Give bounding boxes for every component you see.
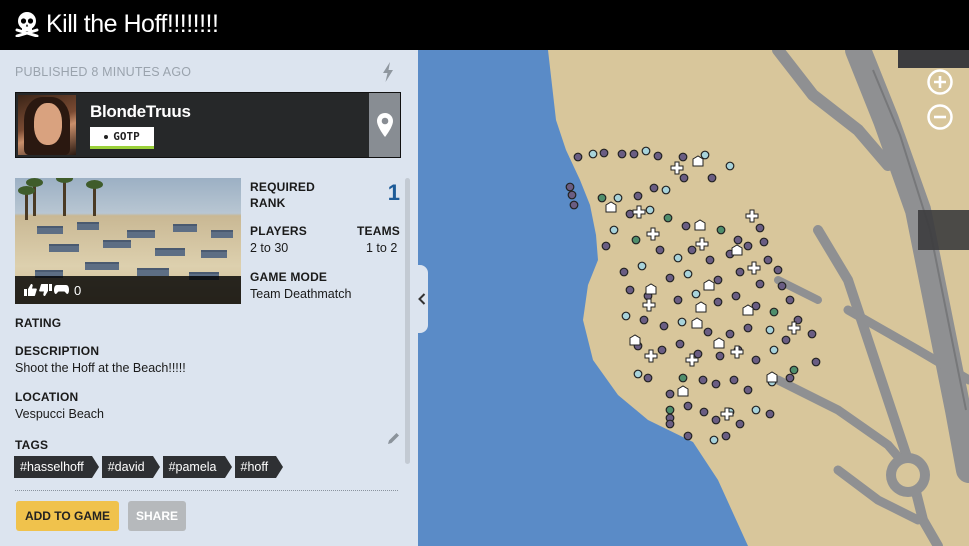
tag-hoff[interactable]: #hoff xyxy=(234,456,283,478)
divider xyxy=(15,490,398,491)
add-to-game-button[interactable]: ADD TO GAME xyxy=(16,501,119,531)
tag-list: #hasselhoff #david #pamela #hoff xyxy=(14,456,283,478)
job-details-panel: PUBLISHED 8 MINUTES AGO BlondeTruus GOTP xyxy=(0,50,418,546)
creator-card[interactable]: BlondeTruus GOTP xyxy=(15,92,401,158)
tags-label: TAGS xyxy=(15,438,49,452)
tag-david[interactable]: #david xyxy=(101,456,160,478)
view-on-map-button[interactable] xyxy=(369,93,400,157)
panel-scrollbar[interactable] xyxy=(405,178,410,464)
players-value: 2 to 30 xyxy=(250,241,289,255)
thumbs-down-icon[interactable] xyxy=(39,284,52,296)
gamepad-icon xyxy=(54,285,69,294)
tag-hasselhoff[interactable]: #hasselhoff xyxy=(14,456,99,478)
crew-tag-label: GOTP xyxy=(113,130,140,143)
game-mode-label: GAME MODE xyxy=(250,270,328,284)
description-value: Shoot the Hoff at the Beach!!!!! xyxy=(15,361,186,375)
required-rank-value: 1 xyxy=(387,180,400,205)
creator-avatar[interactable] xyxy=(18,95,76,155)
zoom-out-icon[interactable] xyxy=(927,104,953,130)
chevron-left-icon xyxy=(418,293,426,305)
thumbnail-rating-bar: 0 xyxy=(15,276,241,304)
tag-pamela[interactable]: #pamela xyxy=(162,456,232,478)
location-value: Vespucci Beach xyxy=(15,407,104,421)
creator-name[interactable]: BlondeTruus xyxy=(90,102,191,122)
title-bar: Kill the Hoff!!!!!!!! xyxy=(0,0,969,50)
published-time: PUBLISHED 8 MINUTES AGO xyxy=(15,65,192,79)
job-title: Kill the Hoff!!!!!!!! xyxy=(46,10,219,38)
thumbs-up-icon[interactable] xyxy=(24,284,37,296)
teams-label: TEAMS xyxy=(357,224,400,238)
map-pin-icon xyxy=(376,113,393,137)
rating-label: RATING xyxy=(15,316,62,330)
zoom-in-icon[interactable] xyxy=(927,69,953,95)
players-label: PLAYERS xyxy=(250,224,307,238)
required-rank-label: REQUIRED xyxy=(250,180,315,194)
collapse-panel-button[interactable] xyxy=(416,265,428,333)
game-mode-value: Team Deathmatch xyxy=(250,287,352,301)
play-count: 0 xyxy=(74,282,82,298)
location-map[interactable] xyxy=(418,50,969,546)
description-label: DESCRIPTION xyxy=(15,344,100,358)
share-button[interactable]: SHARE xyxy=(128,501,186,531)
teams-value: 1 to 2 xyxy=(366,241,398,255)
location-label: LOCATION xyxy=(15,390,79,404)
skull-crossbones-icon xyxy=(15,12,39,37)
required-rank-label-line2: RANK xyxy=(250,196,286,210)
map-canvas xyxy=(548,50,969,546)
lightning-bolt-icon[interactable] xyxy=(381,62,395,82)
crew-tag[interactable]: GOTP xyxy=(90,127,154,149)
pencil-icon[interactable] xyxy=(388,432,400,444)
